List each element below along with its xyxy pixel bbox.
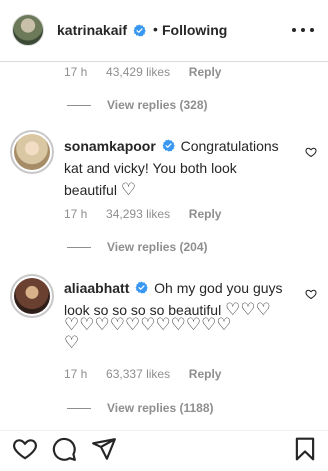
reply-button[interactable]: Reply bbox=[189, 65, 222, 79]
commenter-avatar[interactable] bbox=[10, 274, 54, 318]
comment-likes[interactable]: 43,429 likes bbox=[106, 65, 170, 79]
comment-likes[interactable]: 63,337 likes bbox=[106, 367, 170, 381]
reply-button[interactable]: Reply bbox=[189, 207, 222, 221]
comment-meta: 17 h 63,337 likes Reply bbox=[64, 367, 221, 381]
comment-icon[interactable] bbox=[51, 436, 77, 462]
heart-emoji: ♡ bbox=[120, 180, 137, 199]
view-replies-button[interactable]: View replies (328) bbox=[67, 98, 208, 112]
comment-username[interactable]: sonamkapoor bbox=[64, 138, 156, 154]
replies-divider bbox=[67, 408, 91, 410]
comment-likes[interactable]: 34,293 likes bbox=[106, 207, 170, 221]
replies-divider bbox=[67, 247, 91, 249]
post-header: katrinakaif • Following bbox=[0, 0, 328, 62]
view-replies-button[interactable]: View replies (1188) bbox=[67, 401, 214, 415]
view-replies-label: View replies (204) bbox=[107, 240, 208, 254]
commenter-avatar[interactable] bbox=[10, 130, 54, 174]
view-replies-button[interactable]: View replies (204) bbox=[67, 240, 208, 254]
comment-text-line2: kat and vicky! You both look bbox=[64, 160, 237, 176]
comment-time: 17 h bbox=[64, 65, 88, 79]
header-username[interactable]: katrinakaif bbox=[57, 21, 127, 39]
avatar-image bbox=[14, 134, 50, 170]
bookmark-icon[interactable] bbox=[292, 436, 318, 462]
comment-text-line3: beautiful bbox=[64, 182, 117, 198]
avatar-image bbox=[14, 278, 50, 314]
heart-icon[interactable] bbox=[12, 436, 38, 462]
comment-username[interactable]: aliaabhatt bbox=[64, 280, 129, 296]
comment-text-line1: Oh my god you guys bbox=[154, 280, 283, 296]
comment-meta: 17 h 43,429 likes Reply bbox=[64, 65, 221, 79]
like-comment-heart-icon[interactable] bbox=[305, 146, 317, 158]
heart-emojis-row: ♡♡♡♡♡♡♡♡♡♡♡ bbox=[64, 315, 232, 334]
replies-divider bbox=[67, 105, 91, 107]
post-action-bar bbox=[0, 430, 328, 471]
verified-badge-icon bbox=[162, 139, 175, 152]
comment-time: 17 h bbox=[64, 367, 88, 381]
view-replies-label: View replies (1188) bbox=[107, 401, 214, 415]
heart-emoji: ♡ bbox=[64, 333, 80, 352]
comment-time: 17 h bbox=[64, 207, 88, 221]
instagram-comments-screen: katrinakaif • Following 17 h 43,429 like… bbox=[0, 0, 328, 471]
more-horizontal-icon[interactable] bbox=[292, 22, 314, 38]
view-replies-label: View replies (328) bbox=[107, 98, 208, 112]
verified-badge-icon bbox=[135, 281, 149, 294]
comment-text-line1: Congratulations bbox=[180, 138, 279, 154]
header-separator: • bbox=[153, 21, 158, 37]
comment-body: sonamkapoor Congratulations kat and vick… bbox=[64, 135, 300, 201]
following-button[interactable]: Following bbox=[162, 21, 227, 39]
reply-button[interactable]: Reply bbox=[189, 367, 222, 381]
share-icon[interactable] bbox=[91, 436, 117, 462]
comment-meta: 17 h 34,293 likes Reply bbox=[64, 207, 221, 221]
verified-badge-icon bbox=[133, 24, 146, 37]
like-comment-heart-icon[interactable] bbox=[305, 288, 317, 300]
profile-avatar[interactable] bbox=[12, 14, 44, 46]
